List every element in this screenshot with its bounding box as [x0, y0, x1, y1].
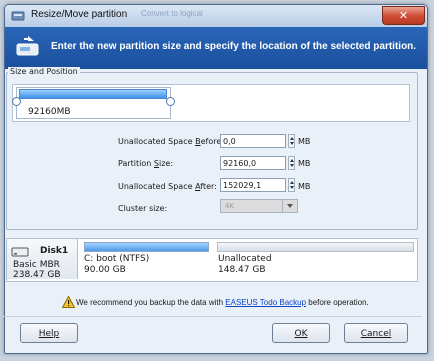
partition-c-label: C: boot (NTFS) — [84, 254, 150, 264]
unallocated-before-input[interactable]: 0,0 — [220, 134, 286, 148]
right-resize-handle[interactable] — [166, 97, 175, 106]
partition-size-unit: MB — [298, 159, 311, 168]
cluster-size-label: Cluster size: — [118, 204, 168, 213]
partition-c-usage-bar — [84, 242, 209, 252]
unallocated-after-spinner[interactable] — [288, 178, 295, 192]
ok-button[interactable]: OK — [272, 323, 330, 343]
partition-size-input[interactable]: 92160,0 — [220, 156, 286, 170]
chevron-down-icon[interactable] — [282, 200, 297, 212]
backup-notice: We recommend you backup the data with EA… — [76, 298, 369, 307]
unallocated-after-input[interactable]: 152029,1 — [220, 178, 286, 192]
disk-capacity: 238.47 GB — [13, 270, 61, 280]
unallocated-before-spinner[interactable] — [288, 134, 295, 148]
partition-size-label: 92160MB — [28, 107, 71, 117]
disk-type: Basic MBR — [13, 260, 60, 270]
unallocated-after-label: Unallocated Space After: — [118, 182, 217, 191]
todo-backup-link[interactable]: EASEUS Todo Backup — [225, 298, 306, 307]
unallocated-after-unit: MB — [298, 182, 311, 191]
help-button[interactable]: Help — [20, 323, 78, 343]
instruction-text: Enter the new partition size and specify… — [51, 41, 417, 52]
partition-segment-fill — [19, 89, 167, 99]
unallocated-before-unit: MB — [298, 137, 311, 146]
unallocated-before-label: Unallocated Space Before: — [118, 137, 224, 146]
partition-c-size: 90.00 GB — [84, 265, 126, 275]
unallocated-size: 148.47 GB — [218, 265, 266, 275]
instruction-banner: Enter the new partition size and specify… — [5, 27, 427, 69]
title-bar[interactable]: Resize/Move partition Convert to logical… — [5, 5, 427, 27]
close-button[interactable]: ✕ — [382, 6, 425, 25]
resize-partition-icon — [16, 36, 39, 56]
window-title: Resize/Move partition — [31, 9, 128, 20]
partition-size-spinner[interactable] — [288, 156, 295, 170]
hard-disk-icon — [11, 247, 29, 257]
size-position-group-label: Size and Position — [8, 67, 80, 76]
footer-divider — [0, 316, 422, 317]
partition-size-field-label: Partition Size: — [118, 159, 174, 168]
warning-icon — [62, 296, 75, 308]
left-resize-handle[interactable] — [12, 97, 21, 106]
background-window-title: Convert to logical — [141, 9, 203, 18]
partition-app-icon — [11, 11, 25, 21]
disk-name: Disk1 — [40, 246, 69, 256]
unallocated-label: Unallocated — [218, 254, 272, 264]
cancel-button[interactable]: Cancel — [344, 323, 408, 343]
unallocated-usage-bar — [217, 242, 414, 252]
